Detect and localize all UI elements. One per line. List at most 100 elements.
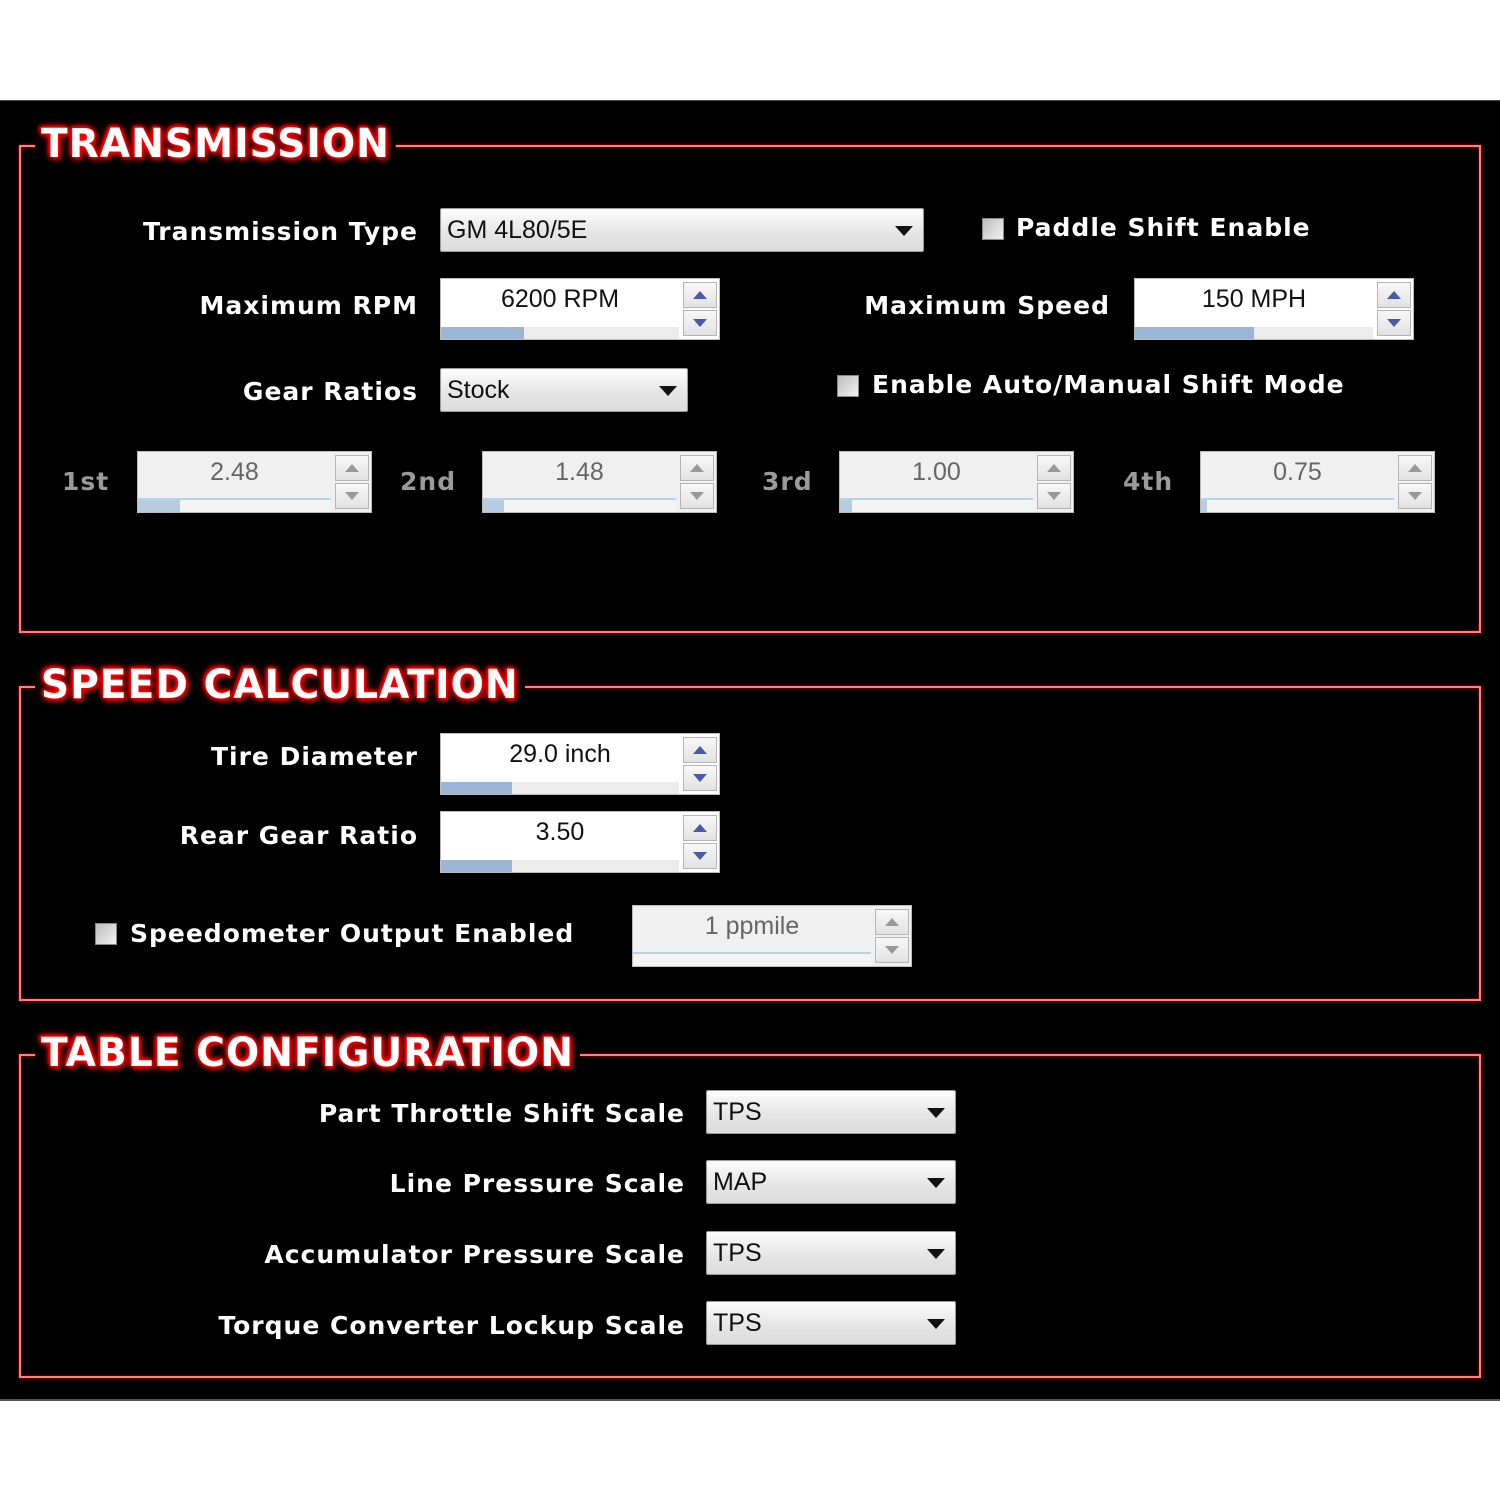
gear-2-up-button[interactable] <box>680 455 714 481</box>
gear-3-label: 3rd <box>762 467 813 496</box>
max-speed-down-button[interactable] <box>1377 310 1411 336</box>
gear-4-fill <box>1201 500 1207 512</box>
arrow-up-icon <box>1408 464 1422 472</box>
gear-1-value[interactable]: 2.48 <box>138 458 331 487</box>
max-speed-up-button[interactable] <box>1377 282 1411 308</box>
gear-2-label: 2nd <box>400 467 457 496</box>
speedo-output-label: Speedometer Output Enabled <box>130 919 575 948</box>
arrow-up-icon <box>345 464 359 472</box>
rear-gear-value[interactable]: 3.50 <box>441 818 679 847</box>
chevron-down-icon <box>927 1178 945 1188</box>
gear-3-up-button[interactable] <box>1037 455 1071 481</box>
gear-4-up-button[interactable] <box>1398 455 1432 481</box>
auto-manual-label: Enable Auto/Manual Shift Mode <box>872 370 1345 399</box>
gear-3-down-button[interactable] <box>1037 483 1071 509</box>
chevron-down-icon <box>895 226 913 236</box>
rear-gear-down-button[interactable] <box>683 843 717 869</box>
transmission-type-value: GM 4L80/5E <box>447 216 588 244</box>
max-speed-value[interactable]: 150 MPH <box>1135 285 1373 314</box>
part-throttle-select[interactable]: TPS <box>706 1090 956 1134</box>
transmission-type-select[interactable]: GM 4L80/5E <box>440 208 924 252</box>
gear-1-label: 1st <box>62 467 110 496</box>
gear-2-bar <box>483 498 676 512</box>
max-speed-bar <box>1135 327 1373 339</box>
max-speed-fill <box>1135 327 1254 339</box>
gear-4-value[interactable]: 0.75 <box>1201 458 1394 487</box>
speedo-output-up-button[interactable] <box>875 909 909 935</box>
transmission-title: TRANSMISSION <box>35 121 396 167</box>
auto-manual-checkbox[interactable] <box>837 375 859 397</box>
rear-gear-fill <box>441 860 513 872</box>
settings-panel: TRANSMISSION Transmission Type GM 4L80/5… <box>0 100 1500 1401</box>
rear-gear-spinner[interactable]: 3.50 <box>440 811 720 873</box>
line-pressure-label: Line Pressure Scale <box>389 1169 685 1198</box>
max-speed-spinner[interactable]: 150 MPH <box>1134 278 1414 340</box>
arrow-down-icon <box>885 946 899 954</box>
arrow-down-icon <box>345 492 359 500</box>
speedo-output-down-button[interactable] <box>875 937 909 963</box>
gear-2-down-button[interactable] <box>680 483 714 509</box>
arrow-up-icon <box>885 918 899 926</box>
tire-diameter-fill <box>441 782 513 794</box>
gear-1-down-button[interactable] <box>335 483 369 509</box>
speedo-output-checkbox[interactable] <box>95 923 117 945</box>
max-rpm-down-button[interactable] <box>683 310 717 336</box>
transmission-type-label: Transmission Type <box>142 217 418 246</box>
paddle-shift-checkbox[interactable] <box>982 218 1004 240</box>
gear-2-spinner[interactable]: 1.48 <box>482 451 717 513</box>
tire-diameter-up-button[interactable] <box>683 737 717 763</box>
tire-diameter-label: Tire Diameter <box>210 742 418 771</box>
arrow-down-icon <box>693 852 707 860</box>
max-rpm-bar <box>441 327 679 339</box>
gear-4-spinner[interactable]: 0.75 <box>1200 451 1435 513</box>
gear-1-up-button[interactable] <box>335 455 369 481</box>
tire-diameter-bar <box>441 782 679 794</box>
max-rpm-label: Maximum RPM <box>199 291 418 320</box>
gear-4-bar <box>1201 498 1394 512</box>
part-throttle-value: TPS <box>713 1098 762 1126</box>
line-pressure-select[interactable]: MAP <box>706 1160 956 1204</box>
torque-converter-value: TPS <box>713 1309 762 1337</box>
arrow-down-icon <box>1408 492 1422 500</box>
gear-4-down-button[interactable] <box>1398 483 1432 509</box>
gear-ratios-label: Gear Ratios <box>242 377 418 406</box>
rear-gear-up-button[interactable] <box>683 815 717 841</box>
arrow-down-icon <box>693 774 707 782</box>
arrow-up-icon <box>693 291 707 299</box>
arrow-up-icon <box>1387 291 1401 299</box>
chevron-down-icon <box>927 1319 945 1329</box>
gear-3-bar <box>840 498 1033 512</box>
gear-3-spinner[interactable]: 1.00 <box>839 451 1074 513</box>
torque-converter-select[interactable]: TPS <box>706 1301 956 1345</box>
arrow-up-icon <box>693 746 707 754</box>
arrow-up-icon <box>690 464 704 472</box>
table-configuration-title: TABLE CONFIGURATION <box>35 1030 580 1076</box>
gear-1-spinner[interactable]: 2.48 <box>137 451 372 513</box>
accumulator-pressure-label: Accumulator Pressure Scale <box>264 1240 685 1269</box>
gear-2-fill <box>483 500 505 512</box>
gear-1-bar <box>138 498 331 512</box>
part-throttle-label: Part Throttle Shift Scale <box>318 1099 685 1128</box>
speedo-output-spinner[interactable]: 1 ppmile <box>632 905 912 967</box>
paddle-shift-label: Paddle Shift Enable <box>1016 213 1311 242</box>
max-rpm-spinner[interactable]: 6200 RPM <box>440 278 720 340</box>
accumulator-pressure-select[interactable]: TPS <box>706 1231 956 1275</box>
rear-gear-bar <box>441 860 679 872</box>
accumulator-pressure-value: TPS <box>713 1239 762 1267</box>
max-rpm-value[interactable]: 6200 RPM <box>441 285 679 314</box>
tire-diameter-spinner[interactable]: 29.0 inch <box>440 733 720 795</box>
arrow-down-icon <box>1387 319 1401 327</box>
torque-converter-label: Torque Converter Lockup Scale <box>218 1311 685 1340</box>
tire-diameter-value[interactable]: 29.0 inch <box>441 740 679 769</box>
tire-diameter-down-button[interactable] <box>683 765 717 791</box>
gear-ratios-select[interactable]: Stock <box>440 368 688 412</box>
speedo-output-value[interactable]: 1 ppmile <box>633 912 871 941</box>
chevron-down-icon <box>927 1249 945 1259</box>
max-speed-label: Maximum Speed <box>864 291 1110 320</box>
max-rpm-up-button[interactable] <box>683 282 717 308</box>
line-pressure-value: MAP <box>713 1168 768 1196</box>
gear-ratios-value: Stock <box>447 376 510 404</box>
chevron-down-icon <box>659 386 677 396</box>
gear-3-value[interactable]: 1.00 <box>840 458 1033 487</box>
gear-2-value[interactable]: 1.48 <box>483 458 676 487</box>
